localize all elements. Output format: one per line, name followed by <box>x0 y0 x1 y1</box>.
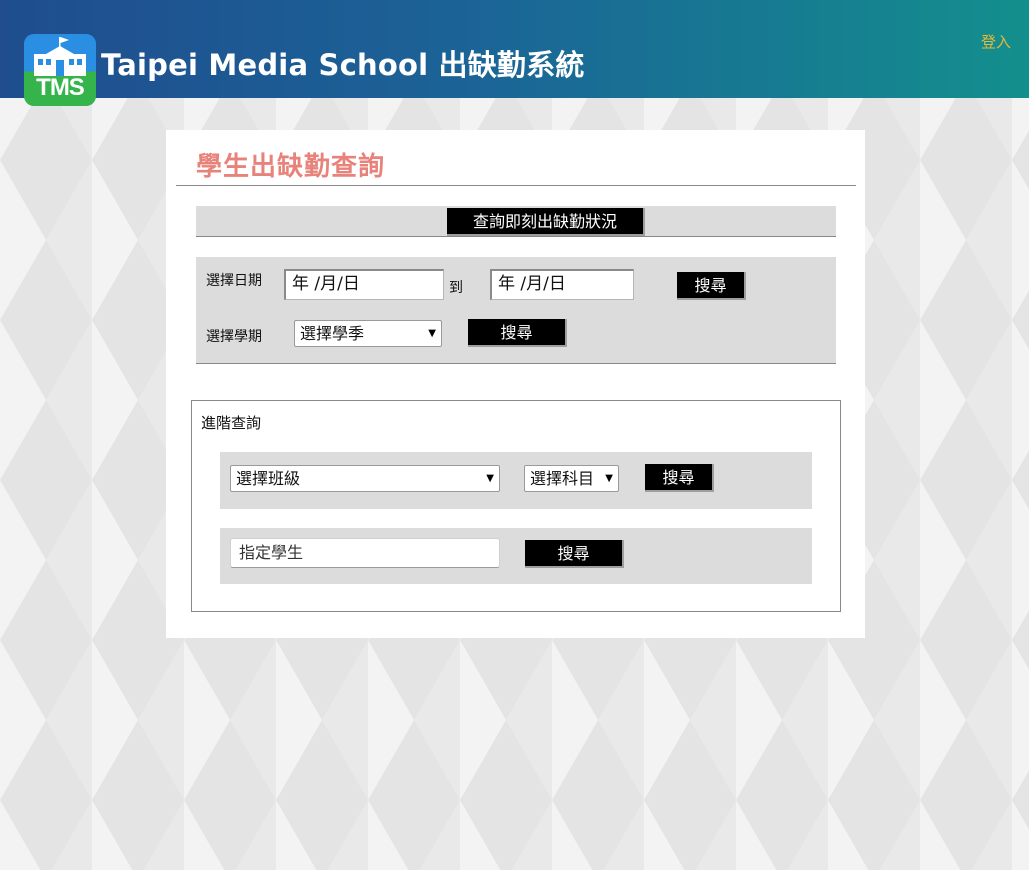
semester-select-value: 選擇學季 <box>300 324 365 343</box>
login-link[interactable]: 登入 <box>981 31 1011 52</box>
semester-label: 選擇學期 <box>206 329 262 345</box>
school-logo[interactable]: TMS <box>24 34 96 106</box>
realtime-query-button[interactable]: 查詢即刻出缺勤狀況 <box>447 208 645 236</box>
end-date-input[interactable]: 年 /月/日 <box>490 269 634 300</box>
start-date-input[interactable]: 年 /月/日 <box>284 269 444 300</box>
subject-select-value: 選擇科目 <box>530 469 595 488</box>
semester-select[interactable]: 選擇學季 ▼ <box>294 320 442 347</box>
class-search-button[interactable]: 搜尋 <box>645 464 714 492</box>
student-input[interactable]: 指定學生 <box>230 538 500 568</box>
logo-text: TMS <box>36 74 85 101</box>
site-title: Taipei Media School 出缺勤系統 <box>101 48 585 82</box>
date-search-panel: 選擇日期 年 /月/日 到 年 /月/日 搜尋 選擇學期 選擇學季 ▼ 搜尋 <box>196 257 836 364</box>
page-title: 學生出缺勤查詢 <box>196 152 386 182</box>
date-search-button[interactable]: 搜尋 <box>677 272 746 300</box>
class-select-value: 選擇班級 <box>236 469 301 488</box>
student-row: 指定學生 搜尋 <box>220 528 812 584</box>
date-label: 選擇日期 <box>206 273 262 289</box>
title-divider <box>176 185 856 186</box>
chevron-down-icon: ▼ <box>605 473 613 484</box>
realtime-bar: 查詢即刻出缺勤狀況 <box>196 206 836 237</box>
semester-search-button[interactable]: 搜尋 <box>468 319 567 347</box>
school-building-icon <box>34 37 86 76</box>
student-search-button[interactable]: 搜尋 <box>525 540 624 568</box>
subject-select[interactable]: 選擇科目 ▼ <box>524 465 619 492</box>
chevron-down-icon: ▼ <box>486 473 494 484</box>
chevron-down-icon: ▼ <box>428 328 436 339</box>
attendance-query-card: 學生出缺勤查詢 查詢即刻出缺勤狀況 選擇日期 年 /月/日 到 年 /月/日 搜… <box>166 130 865 638</box>
class-subject-row: 選擇班級 ▼ 選擇科目 ▼ 搜尋 <box>220 452 812 509</box>
class-select[interactable]: 選擇班級 ▼ <box>230 465 500 492</box>
advanced-query-box: 進階查詢 選擇班級 ▼ 選擇科目 ▼ 搜尋 指定學生 搜尋 <box>191 400 841 612</box>
to-label: 到 <box>449 280 463 296</box>
advanced-query-title: 進階查詢 <box>201 414 262 432</box>
top-header: Taipei Media School 出缺勤系統 登入 <box>0 0 1029 98</box>
